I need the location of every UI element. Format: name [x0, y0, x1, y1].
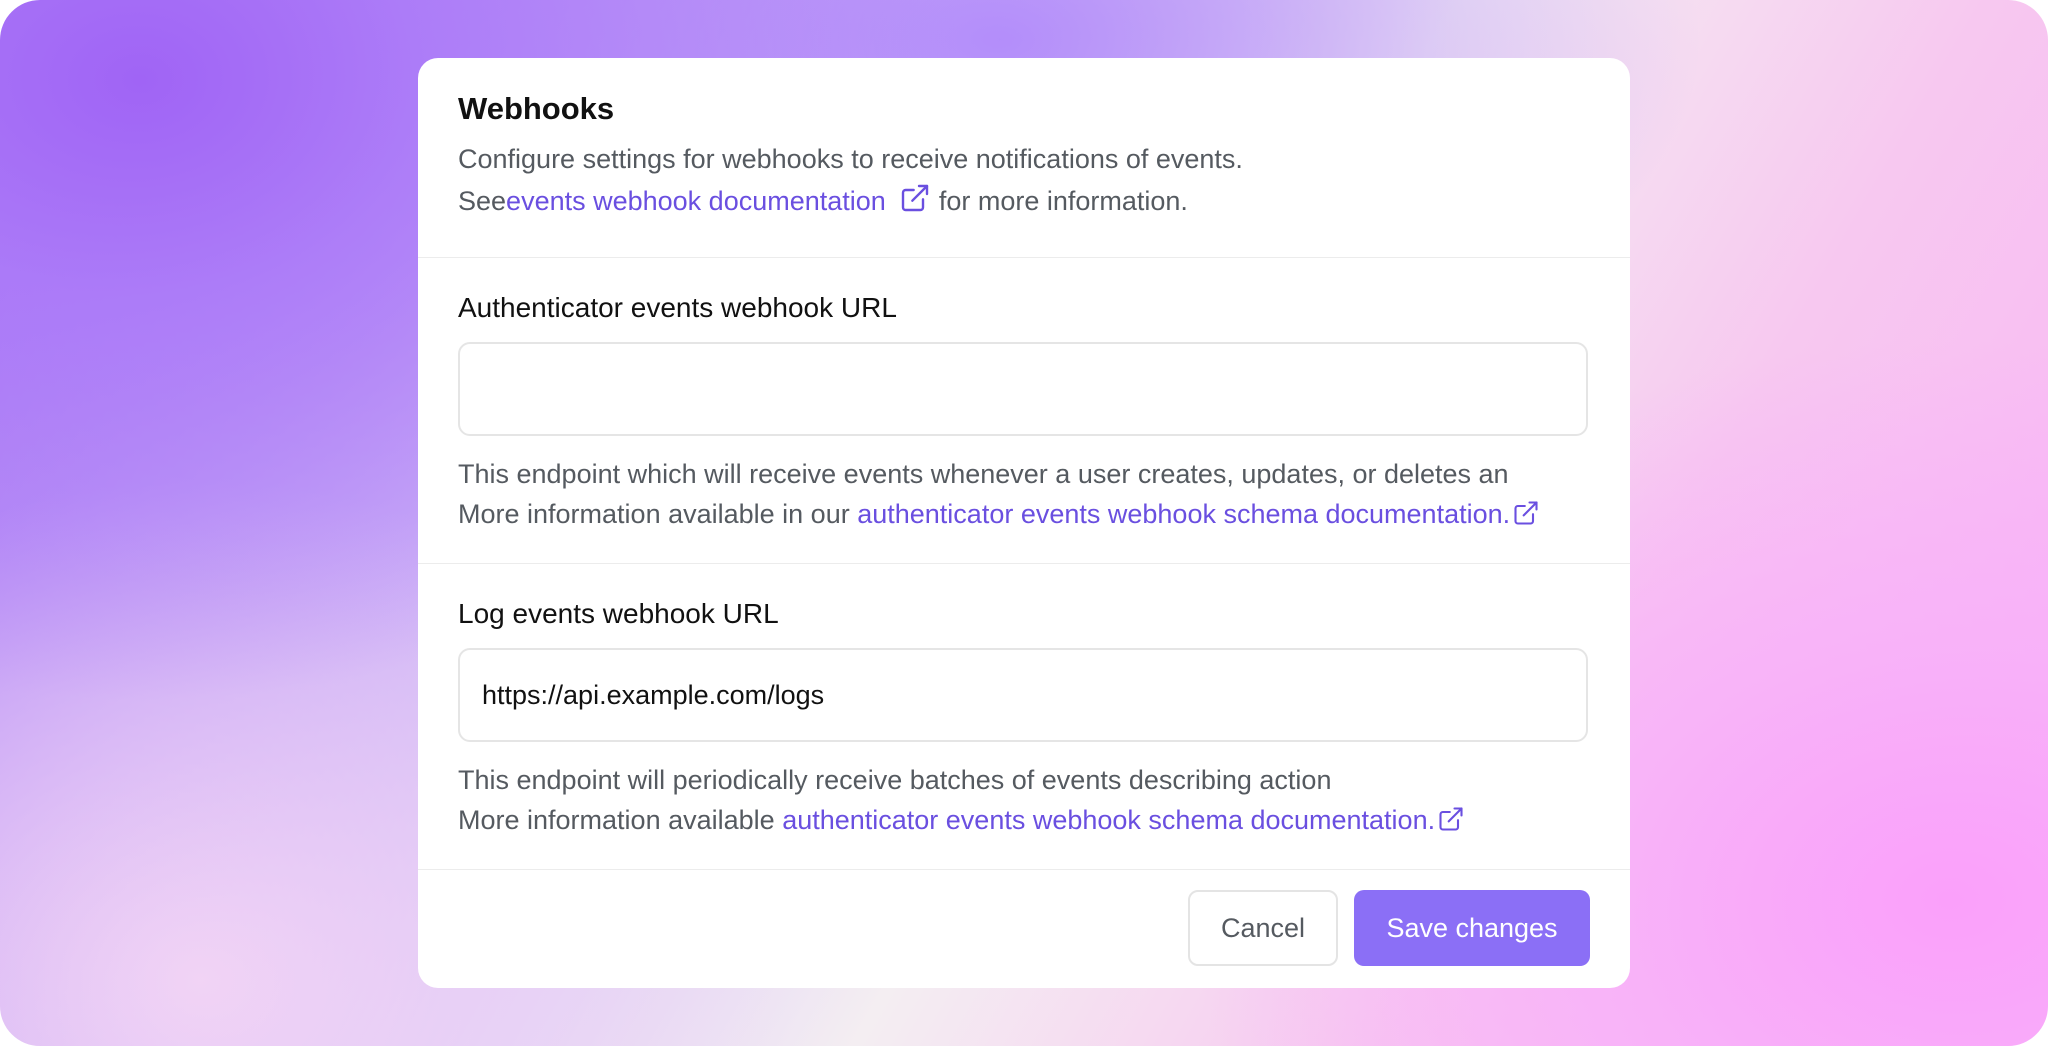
external-link-icon[interactable]	[899, 182, 931, 214]
cancel-button[interactable]: Cancel	[1188, 890, 1338, 966]
webhooks-settings-card: Webhooks Configure settings for webhooks…	[418, 58, 1630, 988]
description-suffix: for more information.	[938, 186, 1188, 216]
log-help-line-1: This endpoint will periodically receive …	[458, 765, 1332, 795]
log-help-prefix: More information available	[458, 805, 775, 835]
auth-webhook-help: This endpoint which will receive events …	[458, 454, 1588, 534]
background-canvas: Webhooks Configure settings for webhooks…	[0, 0, 2048, 1046]
card-header: Webhooks Configure settings for webhooks…	[418, 58, 1630, 258]
card-footer: Cancel Save changes	[418, 870, 1630, 988]
save-changes-button[interactable]: Save changes	[1354, 890, 1590, 966]
auth-webhook-label: Authenticator events webhook URL	[458, 292, 897, 323]
auth-webhook-section: Authenticator events webhook URL This en…	[418, 258, 1630, 564]
log-webhook-section: Log events webhook URL This endpoint wil…	[418, 564, 1630, 870]
log-webhook-label: Log events webhook URL	[458, 598, 779, 629]
description-prefix: See	[458, 186, 507, 216]
auth-help-prefix: More information available in our	[458, 499, 850, 529]
events-webhook-documentation-link[interactable]: events webhook documentation	[506, 186, 886, 216]
card-title: Webhooks	[458, 91, 615, 126]
log-help-line-2: More information available authenticator…	[458, 800, 1588, 840]
auth-schema-documentation-link[interactable]: authenticator events webhook schema docu…	[857, 499, 1510, 529]
description-line-1: Configure settings for webhooks to recei…	[458, 144, 1243, 174]
auth-webhook-url-input[interactable]	[458, 342, 1588, 436]
external-link-icon[interactable]	[1512, 499, 1540, 527]
auth-help-line-1: This endpoint which will receive events …	[458, 459, 1509, 489]
external-link-icon[interactable]	[1437, 805, 1465, 833]
log-schema-documentation-link[interactable]: authenticator events webhook schema docu…	[782, 805, 1435, 835]
card-description: Configure settings for webhooks to recei…	[458, 138, 1588, 222]
log-webhook-url-input[interactable]	[458, 648, 1588, 742]
log-webhook-help: This endpoint will periodically receive …	[458, 760, 1588, 840]
description-line-2: Seeevents webhook documentation for more…	[458, 180, 1588, 222]
auth-help-line-2: More information available in our authen…	[458, 494, 1588, 534]
